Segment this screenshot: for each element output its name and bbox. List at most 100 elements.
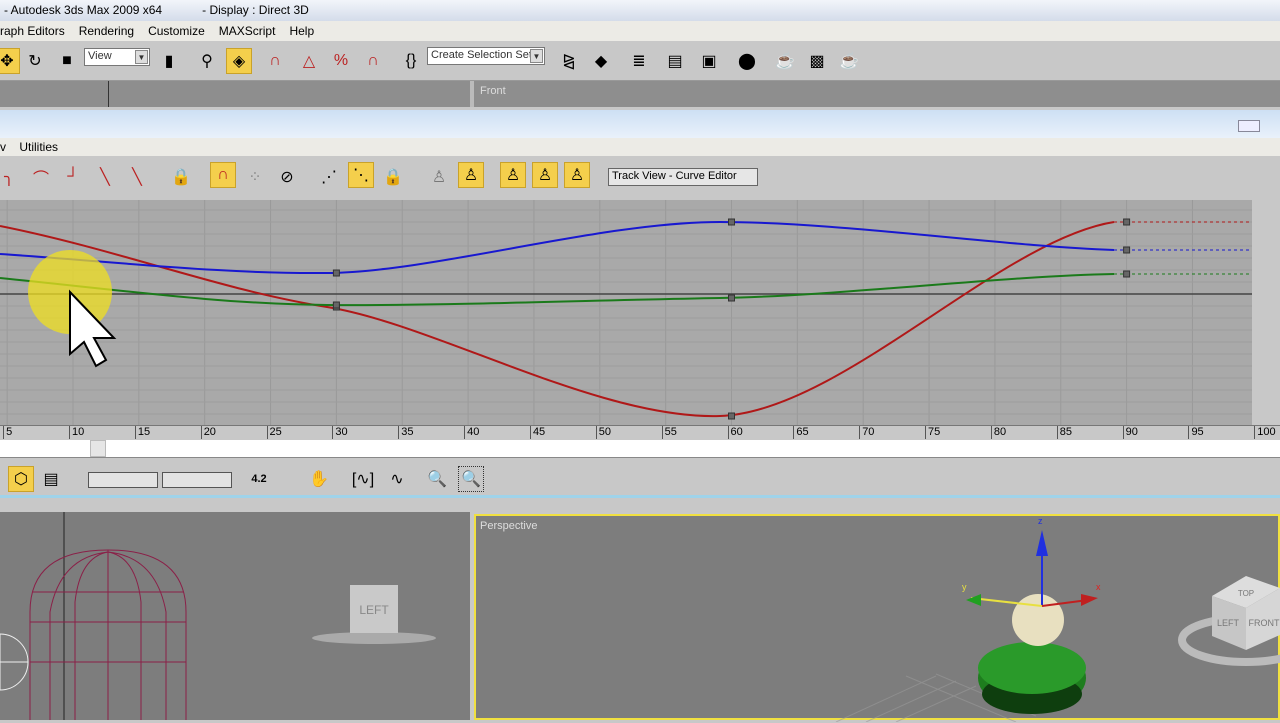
tangent-fast-icon[interactable]: ╲ bbox=[124, 164, 150, 190]
zoom-region-icon[interactable]: 🔍 bbox=[458, 466, 484, 492]
ruler-tick: 15 bbox=[134, 426, 150, 439]
key-90[interactable] bbox=[1123, 270, 1131, 278]
ruler-tick: 100 bbox=[1254, 426, 1276, 439]
value-field[interactable] bbox=[162, 472, 232, 488]
ruler-tick: 45 bbox=[529, 426, 545, 439]
ruler-tick: 65 bbox=[793, 426, 809, 439]
menu-maxscript[interactable]: MAXScript bbox=[219, 24, 276, 38]
vertical-scrollbar[interactable] bbox=[1252, 200, 1280, 425]
biped-y-icon[interactable]: ♙ bbox=[532, 162, 558, 188]
ruler-tick: 20 bbox=[200, 426, 216, 439]
ruler-tick: 50 bbox=[595, 426, 611, 439]
minimize-button[interactable] bbox=[1238, 120, 1260, 132]
ruler-tick: 40 bbox=[464, 426, 479, 439]
show-tangents-icon[interactable]: ⋰ bbox=[316, 164, 342, 190]
lock-handles-icon[interactable]: 🔒 bbox=[380, 164, 406, 190]
snap-frames-icon[interactable]: ∩ bbox=[210, 162, 236, 188]
gizmo-z-label: z bbox=[1038, 516, 1043, 526]
scale-icon[interactable]: ■ bbox=[54, 48, 80, 74]
key-30[interactable] bbox=[332, 301, 340, 309]
ruler-tick: 30 bbox=[332, 426, 348, 439]
filters-icon[interactable]: ⬡ bbox=[8, 466, 34, 492]
named-selection-select[interactable]: Create Selection Set ▼ bbox=[427, 47, 545, 65]
left-viewport[interactable]: LEFT bbox=[0, 512, 470, 720]
tangent-custom-icon[interactable]: ⌒ bbox=[28, 164, 54, 190]
zoom-horizontal-extents-icon[interactable]: [∿] bbox=[350, 466, 376, 492]
percent-snap-icon[interactable]: % bbox=[328, 48, 354, 74]
snap-3d-icon[interactable]: ∩ bbox=[262, 48, 288, 74]
svg-text:LEFT: LEFT bbox=[1217, 618, 1240, 628]
curve-editor-icon[interactable]: ▤ bbox=[662, 48, 688, 74]
trackview-titlebar bbox=[0, 110, 1280, 138]
key-30[interactable] bbox=[332, 269, 340, 277]
biped-x-icon[interactable]: ♙ bbox=[500, 162, 526, 188]
named-selection-icon[interactable]: {} bbox=[398, 48, 424, 74]
mirror-icon[interactable]: ⧎ bbox=[556, 48, 582, 74]
tangent-step-icon[interactable]: ┘ bbox=[60, 164, 86, 190]
curve-graph-svg[interactable] bbox=[0, 200, 1259, 425]
angle-snap-icon[interactable]: △ bbox=[296, 48, 322, 74]
gizmo-x-label: x bbox=[1096, 582, 1101, 592]
value-readout: 4.2 bbox=[251, 473, 267, 485]
front-viewport[interactable]: Front bbox=[0, 81, 1280, 107]
curve-graph[interactable] bbox=[0, 200, 1259, 425]
select-manipulate-icon[interactable]: ⚲ bbox=[194, 48, 220, 74]
menu-help[interactable]: Help bbox=[289, 24, 314, 38]
scroll-thumb[interactable] bbox=[90, 440, 106, 457]
ruler-tick: 90 bbox=[1122, 426, 1138, 439]
ruler-tick: 80 bbox=[990, 426, 1006, 439]
tangent-linear-icon[interactable]: ╲ bbox=[92, 164, 118, 190]
lock-tangents-icon[interactable]: 🔒 bbox=[168, 164, 194, 190]
menu-view[interactable]: v bbox=[0, 140, 6, 154]
biped-z-icon[interactable]: ♙ bbox=[564, 162, 590, 188]
frame-field[interactable] bbox=[88, 472, 158, 488]
ruler-tick: 10 bbox=[69, 426, 84, 439]
biped-icon[interactable]: ♙ bbox=[426, 164, 452, 190]
menu-graph-editors[interactable]: raph Editors bbox=[0, 24, 65, 38]
zoom-value-extents-icon[interactable]: ∿ bbox=[384, 466, 410, 492]
material-editor-icon[interactable]: ⬤ bbox=[734, 48, 760, 74]
keyboard-shortcut-icon[interactable]: ◈ bbox=[226, 48, 252, 74]
tangent-auto-icon[interactable]: ╮ bbox=[0, 164, 22, 190]
perspective-viewport[interactable]: Perspective y x z TOP LEFT FRONT bbox=[474, 514, 1280, 722]
title-bar: - Autodesk 3ds Max 2009 x64 - Display : D… bbox=[0, 0, 1280, 21]
align-icon[interactable]: ◆ bbox=[588, 48, 614, 74]
viewcube[interactable]: TOP LEFT FRONT bbox=[1212, 576, 1280, 650]
reference-coord-select[interactable]: View ▼ bbox=[84, 48, 150, 66]
spinner-snap-icon[interactable]: ∩ bbox=[360, 48, 386, 74]
curve-y[interactable] bbox=[0, 220, 1115, 275]
key-90[interactable] bbox=[1123, 246, 1131, 254]
menu-rendering[interactable]: Rendering bbox=[79, 24, 134, 38]
pan-icon[interactable]: ✋ bbox=[306, 466, 332, 492]
viewport-label[interactable]: Front bbox=[480, 85, 506, 97]
ghost-curve-icon[interactable]: ⁘ bbox=[242, 164, 268, 190]
quick-render-icon[interactable]: ☕ bbox=[836, 48, 862, 74]
mouse-cursor bbox=[28, 250, 117, 368]
show-tangent-handles-icon[interactable]: ⋱ bbox=[348, 162, 374, 188]
move-icon[interactable]: ✥ bbox=[0, 48, 20, 74]
ruler-tick: 70 bbox=[859, 426, 874, 439]
rotate-icon[interactable]: ↻ bbox=[22, 48, 48, 74]
menu-utilities[interactable]: Utilities bbox=[19, 140, 58, 154]
pivot-icon[interactable]: ▮ bbox=[156, 48, 182, 74]
key-60[interactable] bbox=[728, 294, 735, 302]
biped-pos-icon[interactable]: ♙ bbox=[458, 162, 484, 188]
menu-customize[interactable]: Customize bbox=[148, 24, 205, 38]
key-60[interactable] bbox=[728, 218, 735, 226]
trackview-name-field[interactable]: Track View - Curve Editor bbox=[608, 168, 758, 186]
track-icon[interactable]: ▤ bbox=[38, 466, 64, 492]
no-keys-icon[interactable]: ⊘ bbox=[274, 164, 300, 190]
render-frame-icon[interactable]: ▩ bbox=[804, 48, 830, 74]
horizontal-scrollbar[interactable] bbox=[0, 440, 1280, 458]
render-setup-icon[interactable]: ☕ bbox=[772, 48, 798, 74]
layer-icon[interactable]: ≣ bbox=[626, 48, 652, 74]
schematic-icon[interactable]: ▣ bbox=[696, 48, 722, 74]
frame-ruler[interactable]: 5 10 15 20 25 30 35 40 45 50 55 60 65 70 75 80 85 90 95 100 bbox=[0, 425, 1280, 440]
curve-x[interactable] bbox=[0, 221, 1115, 418]
key-60[interactable] bbox=[728, 412, 735, 420]
viewcube-left-label[interactable]: LEFT bbox=[359, 603, 389, 617]
ruler-tick: 25 bbox=[266, 426, 282, 439]
zoom-icon[interactable]: 🔍 bbox=[424, 466, 450, 492]
key-90[interactable] bbox=[1123, 218, 1131, 226]
curve-z[interactable] bbox=[0, 273, 1115, 307]
